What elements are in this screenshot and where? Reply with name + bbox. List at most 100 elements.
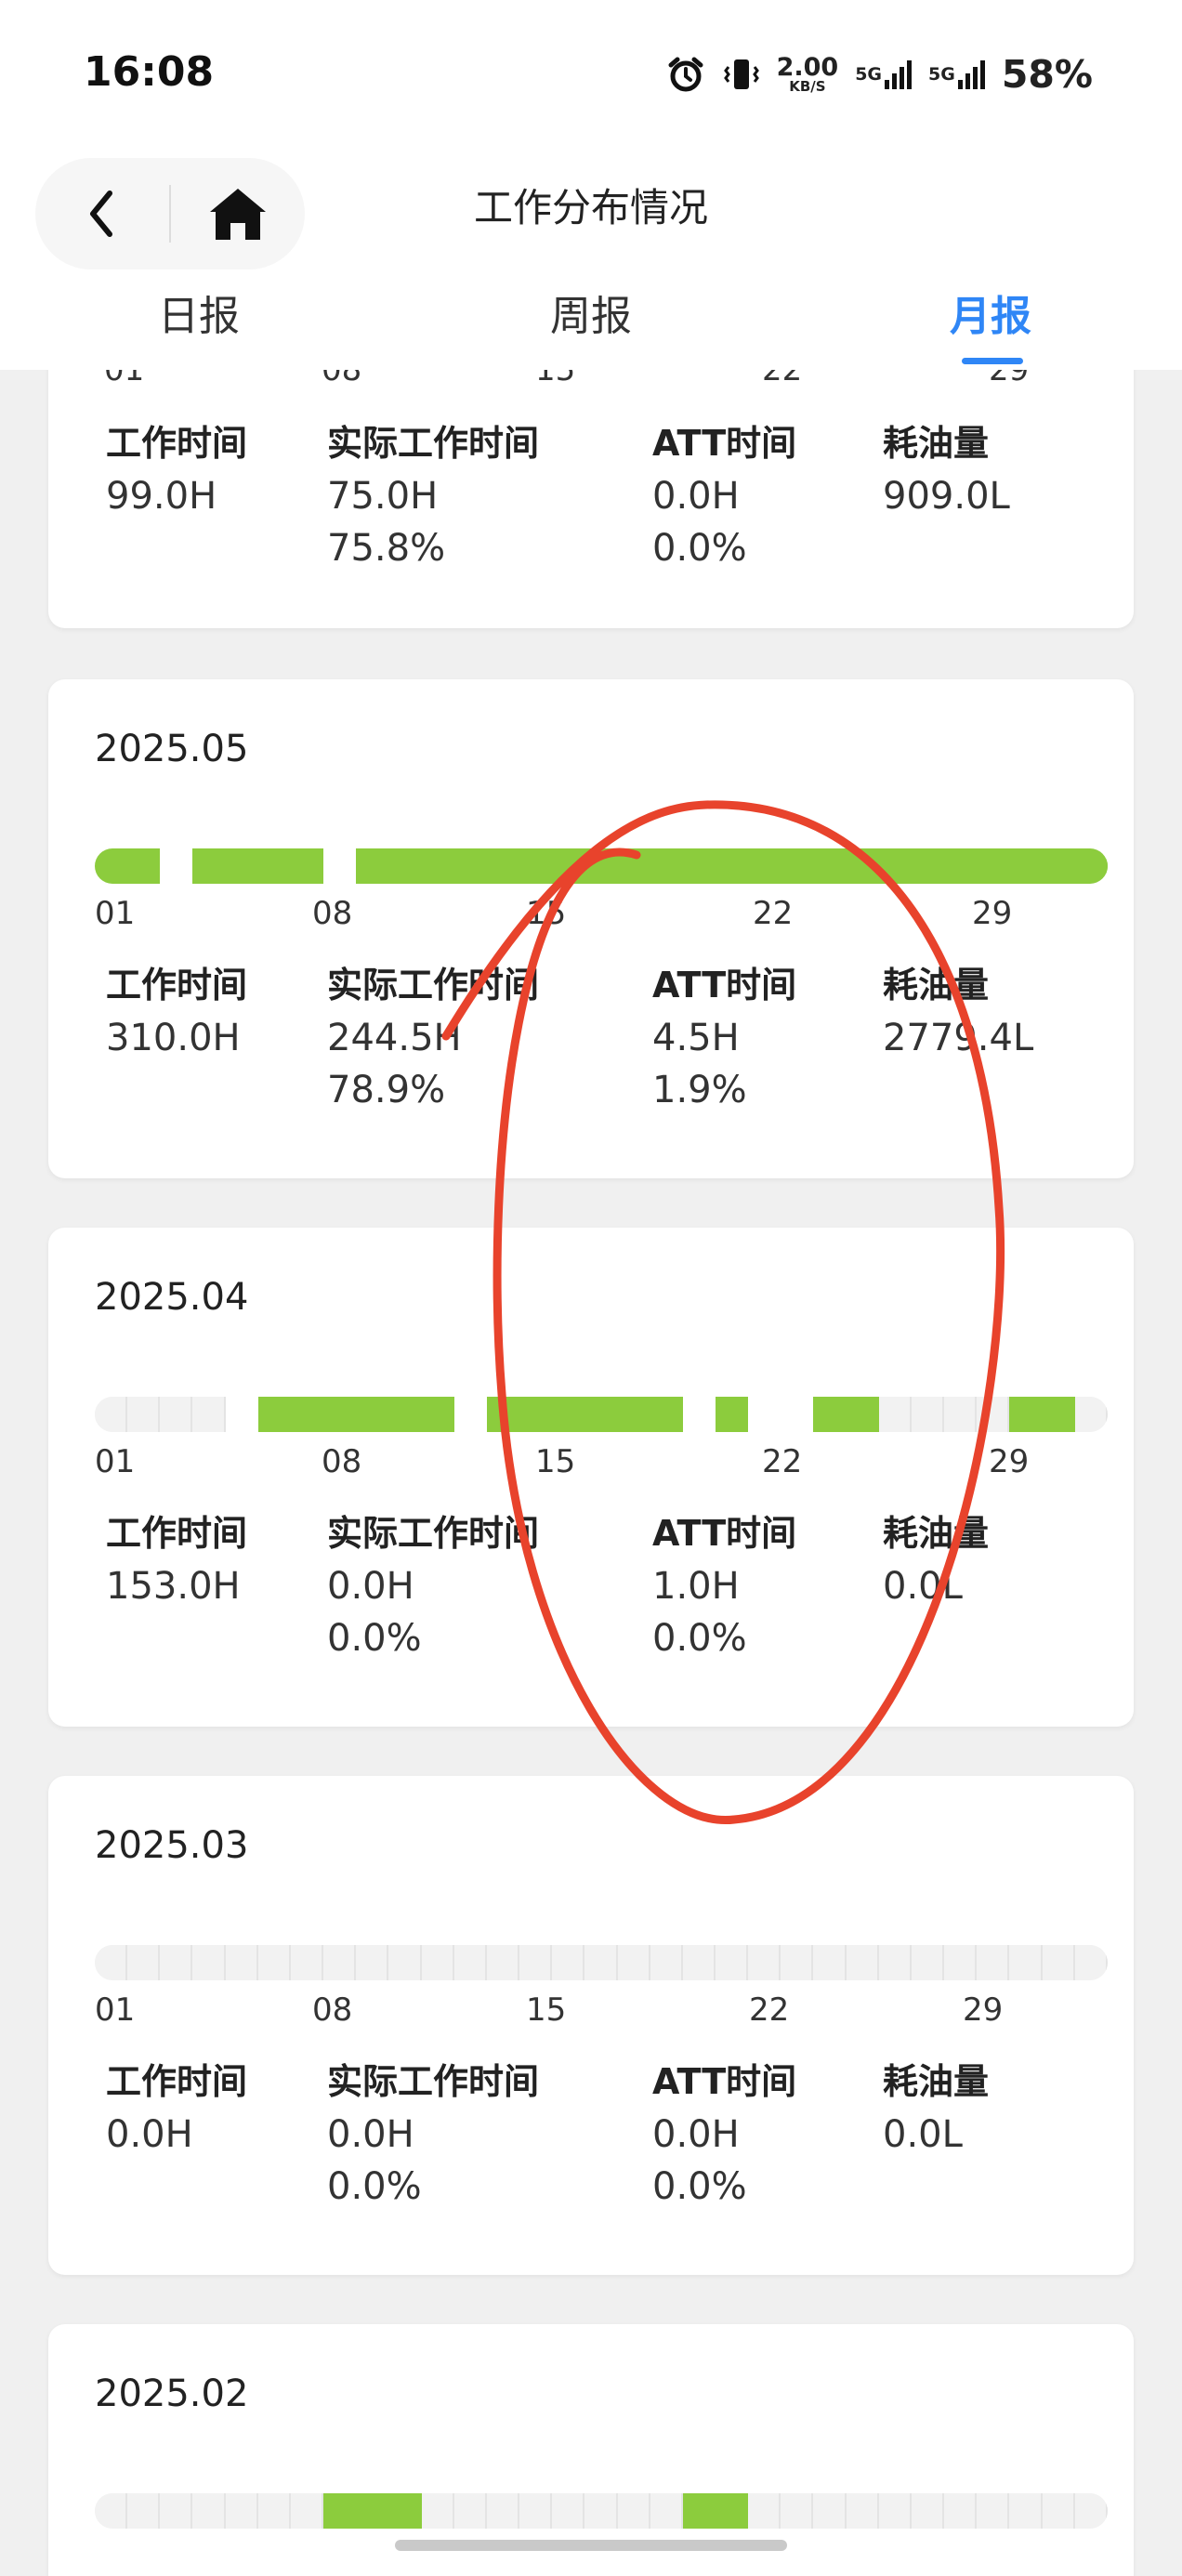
day-segment — [911, 2493, 945, 2529]
day-segment — [944, 1397, 978, 1432]
stat-fuel: 耗油量 909.0L — [883, 416, 1010, 522]
stat-att-time: ATT时间 0.0H 0.0% — [652, 2055, 796, 2213]
stat-label: 耗油量 — [883, 2061, 990, 2102]
day-segment — [781, 848, 814, 884]
day-segment — [257, 1945, 291, 1980]
day-segment — [323, 1945, 357, 1980]
day-segment — [977, 1945, 1010, 1980]
day-segment — [95, 848, 128, 884]
day-segment — [977, 848, 1010, 884]
day-segment — [878, 1397, 912, 1432]
stat-work-time: 工作时间 0.0H — [106, 2055, 247, 2161]
day-segment — [878, 2493, 912, 2529]
day-segment — [95, 1397, 128, 1432]
stat-actual-time: 实际工作时间 75.0H 75.8% — [327, 416, 539, 574]
day-label: 29 — [989, 370, 1030, 388]
day-segment — [617, 2493, 650, 2529]
day-segment — [748, 848, 781, 884]
status-icons: 2.00 KB/S 5G 5G 58% — [665, 46, 1093, 102]
stat-value: 0.0H — [652, 2113, 740, 2156]
card-month: 2025.04 — [95, 1276, 249, 1319]
day-segment — [944, 2493, 978, 2529]
day-segment — [192, 848, 226, 884]
day-segment — [977, 2493, 1010, 2529]
day-segment — [944, 1945, 978, 1980]
day-label: 01 — [95, 1991, 136, 2029]
day-label: 01 — [95, 895, 136, 932]
day-segment — [650, 848, 683, 884]
day-segment — [1009, 848, 1043, 884]
day-segment — [323, 1397, 357, 1432]
day-segment — [127, 2493, 161, 2529]
day-segment — [257, 848, 291, 884]
tab-weekly[interactable]: 周报 — [479, 269, 703, 342]
stat-label: 工作时间 — [106, 423, 248, 464]
day-segment — [617, 1945, 650, 1980]
day-segment — [878, 1945, 912, 1980]
day-segment — [519, 848, 553, 884]
day-segment — [1074, 2493, 1108, 2529]
stat-label: 实际工作时间 — [327, 2061, 540, 2102]
day-segment — [257, 2493, 291, 2529]
day-segment — [781, 2493, 814, 2529]
day-label: 01 — [95, 1443, 136, 1480]
day-axis: 01 08 15 22 29 — [95, 370, 1108, 392]
day-segment — [160, 2493, 193, 2529]
day-segment — [290, 848, 324, 884]
month-card[interactable]: 2025.04 01 08 15 22 29 工作时间 153.0H 实际工作时… — [48, 1228, 1134, 1727]
month-card[interactable]: 2025.05 01 08 15 22 29 工作时间 310.0H 实际工作时… — [48, 679, 1134, 1178]
day-segment — [977, 1397, 1010, 1432]
day-segment — [356, 1945, 389, 1980]
day-segment — [846, 1945, 879, 1980]
stat-percent: 75.8% — [327, 527, 446, 570]
day-segment — [682, 2493, 716, 2529]
network-speed-value: 2.00 — [776, 53, 839, 82]
day-label: 15 — [535, 1443, 576, 1480]
day-segment — [1074, 1945, 1108, 1980]
stat-value: 153.0H — [106, 1565, 241, 1608]
card-month: 2025.05 — [95, 728, 249, 770]
tab-monthly[interactable]: 月报 — [879, 269, 1102, 342]
day-segment — [650, 2493, 683, 2529]
tab-daily[interactable]: 日报 — [87, 269, 310, 342]
day-segment — [748, 1397, 781, 1432]
day-label: 15 — [535, 370, 576, 388]
stat-label: 工作时间 — [106, 965, 248, 1005]
day-segment — [911, 848, 945, 884]
month-card[interactable]: 2025.02 — [48, 2324, 1134, 2576]
day-segment — [486, 2493, 520, 2529]
stat-value: 0.0H — [327, 2113, 414, 2156]
day-segment — [715, 1397, 749, 1432]
network-speed-unit: KB/S — [789, 78, 826, 95]
month-card[interactable]: 2025.03 01 08 15 22 29 工作时间 0.0H 实际工作时间 … — [48, 1776, 1134, 2275]
day-segment — [225, 848, 258, 884]
stat-value: 1.0H — [652, 1565, 740, 1608]
tab-bar: 日报 周报 月报 — [0, 269, 1182, 362]
day-segment — [453, 848, 487, 884]
day-segment — [486, 1397, 520, 1432]
day-segment — [813, 1397, 847, 1432]
day-segment — [453, 1945, 487, 1980]
month-list[interactable]: 01 08 15 22 29 工作时间 99.0H 实际工作时间 75.0H 7… — [0, 370, 1182, 2576]
stat-label: ATT时间 — [652, 2061, 797, 2102]
day-segment — [160, 1397, 193, 1432]
day-bar — [95, 848, 1108, 884]
day-segment — [813, 1945, 847, 1980]
day-segment — [388, 1945, 422, 1980]
stat-value: 99.0H — [106, 475, 217, 518]
stat-label: 实际工作时间 — [327, 1513, 540, 1554]
stat-att-time: ATT时间 4.5H 1.9% — [652, 958, 796, 1116]
network-type-1: 5G — [855, 64, 883, 85]
stat-att-time: ATT时间 1.0H 0.0% — [652, 1506, 796, 1664]
day-segment — [388, 2493, 422, 2529]
day-axis: 01 08 15 22 29 — [95, 895, 1108, 936]
stat-percent: 0.0% — [652, 2165, 747, 2208]
day-segment — [748, 2493, 781, 2529]
stat-label: ATT时间 — [652, 965, 797, 1005]
day-segment — [781, 1945, 814, 1980]
day-segment — [682, 1945, 716, 1980]
day-segment — [813, 848, 847, 884]
day-label: 29 — [963, 1991, 1004, 2029]
gesture-home-indicator[interactable] — [395, 2540, 787, 2551]
stat-work-time: 工作时间 153.0H — [106, 1506, 247, 1612]
